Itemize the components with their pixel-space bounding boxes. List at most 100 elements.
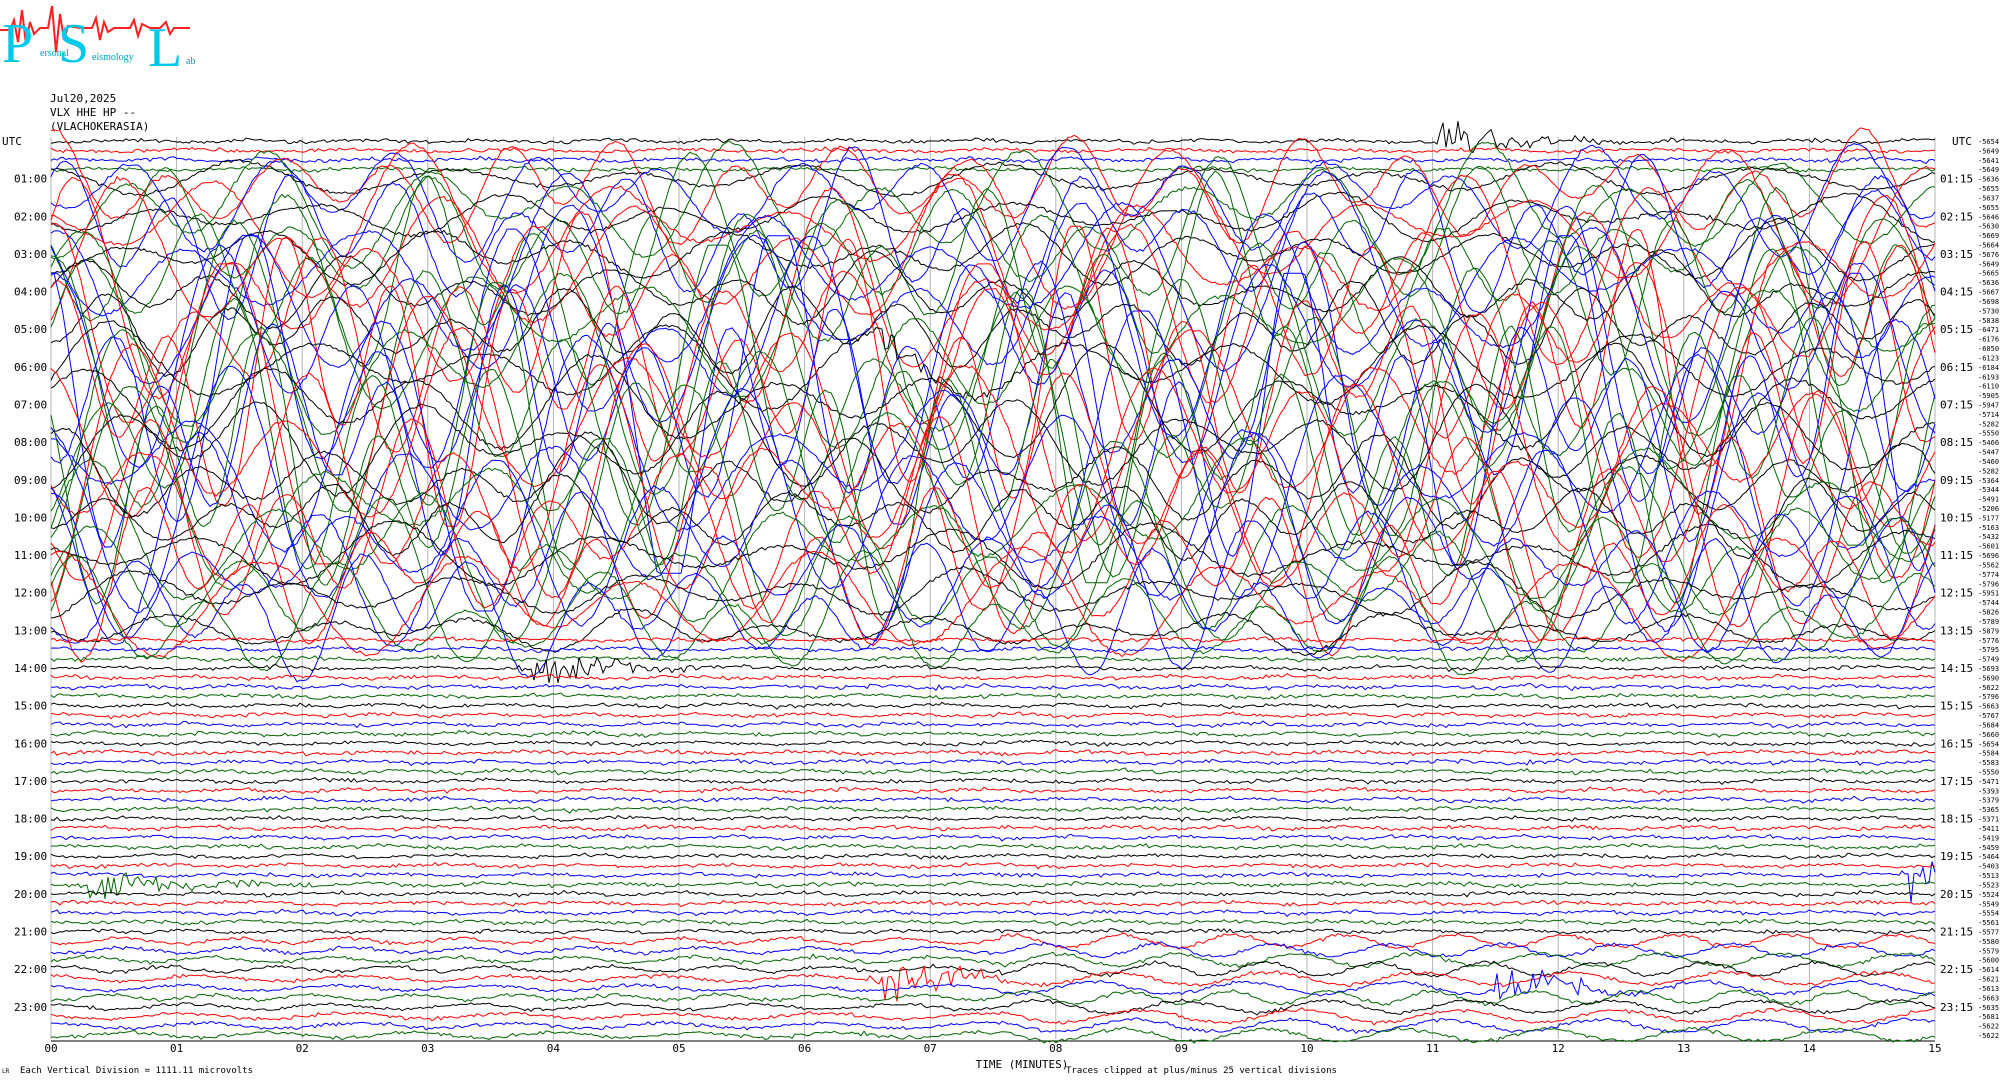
x-tick-label: 11 [1426,1042,1439,1055]
row-offset-label: -5550 [1978,430,1999,438]
row-offset-label: -5654 [1978,138,1999,146]
x-tick-label: 04 [547,1042,561,1055]
x-tick-label: 06 [798,1042,811,1055]
row-offset-label: -5464 [1978,853,1999,861]
row-offset-label: -5649 [1978,260,1999,268]
row-offset-label: -5636 [1978,279,1999,287]
left-hour-label: 23:00 [14,1001,47,1014]
left-hour-label: 11:00 [14,549,47,562]
row-offset-label: -5767 [1978,712,1999,720]
seismic-trace [50,899,1936,908]
x-tick-label: 02 [296,1042,309,1055]
row-offset-label: -5838 [1978,317,1999,325]
seismic-trace [50,739,1936,748]
helicorder-plot: UTC UTC 01:00 02:00 03:00 04:00 05:00 06:00 07:0… [2,121,1999,1071]
row-offset-label: -6471 [1978,326,1999,334]
row-offset-label: -5206 [1978,505,1999,513]
right-hour-label: 22:15 [1940,963,1973,976]
seismic-trace [50,843,1936,851]
row-offset-label: -5550 [1978,769,1999,777]
right-hour-label: 03:15 [1940,248,1973,261]
right-hour-label: 17:15 [1940,775,1973,788]
right-hour-label: 04:15 [1940,286,1973,299]
row-offset-label: -5879 [1978,627,1999,635]
seismic-trace [50,927,1936,936]
right-hour-label: 09:15 [1940,474,1973,487]
row-offset-label: -5667 [1978,289,1999,297]
row-offset-label: -5649 [1978,147,1999,155]
seismic-trace [50,767,1936,776]
left-hour-label: 21:00 [14,925,47,938]
row-offset-label: -6110 [1978,383,1999,391]
left-hour-label: 03:00 [14,248,47,261]
right-hour-label: 12:15 [1940,587,1973,600]
row-offset-label: -5614 [1978,966,1999,974]
row-offset-label: -5622 [1978,1023,1999,1031]
right-hour-label: 07:15 [1940,398,1973,411]
row-offset-label: -5655 [1978,185,1999,193]
row-offset-label: -5411 [1978,825,1999,833]
row-offset-label: -5636 [1978,176,1999,184]
x-tick-label: 07 [924,1042,937,1055]
right-hour-label: 02:15 [1940,210,1973,223]
row-offset-label: -5654 [1978,740,1999,748]
row-offset-label: -5459 [1978,844,1999,852]
row-offset-label: -5379 [1978,797,1999,805]
right-hour-label: 13:15 [1940,624,1973,637]
x-tick-label: 14 [1803,1042,1817,1055]
right-hour-label: 11:15 [1940,549,1973,562]
row-offset-label: -5580 [1978,938,1999,946]
row-offset-label: -5613 [1978,985,1999,993]
left-hour-label: 05:00 [14,323,47,336]
row-offset-label: -5432 [1978,533,1999,541]
row-offset-label: -5826 [1978,609,1999,617]
x-tick-label: 03 [421,1042,434,1055]
x-tick-label: 13 [1677,1042,1690,1055]
right-hour-label: 16:15 [1940,737,1973,750]
row-offset-label: -5622 [1978,684,1999,692]
seismic-trace [50,1017,1936,1035]
left-hour-label: 18:00 [14,813,47,826]
row-offset-label: -5419 [1978,834,1999,842]
row-offset-label: -5693 [1978,665,1999,673]
left-hour-label: 08:00 [14,436,47,449]
left-hour-label: 13:00 [14,624,47,637]
seismic-trace [50,729,1936,738]
scale-note: Each Vertical Division = 1111.11 microvo… [20,1066,253,1076]
right-hour-label: 20:15 [1940,888,1973,901]
seismic-trace [50,325,1936,621]
row-offset-label: -6050 [1978,345,1999,353]
row-offset-label: -6123 [1978,354,1999,362]
right-hour-label: 05:15 [1940,323,1973,336]
seismic-trace [50,151,1936,322]
seismic-trace [50,918,1936,927]
x-tick-label: 12 [1552,1042,1565,1055]
seismic-trace [50,786,1936,795]
seismic-trace [50,795,1936,804]
seismic-trace [50,833,1936,842]
row-offset-label: -5681 [1978,1013,1999,1021]
row-offset-label: -5344 [1978,486,1999,494]
seismic-trace [50,127,1936,246]
right-hour-label: 14:15 [1940,662,1973,675]
x-tick-label: 05 [672,1042,685,1055]
seismic-trace [50,720,1936,729]
row-offset-label: -6193 [1978,373,1999,381]
row-offset-label: -5471 [1978,778,1999,786]
seismic-trace [50,645,1936,654]
seismic-trace [50,965,1936,1002]
left-hour-label: 09:00 [14,474,47,487]
row-offset-label: -5637 [1978,194,1999,202]
seismic-trace [50,852,1936,860]
left-utc-title: UTC [2,135,22,148]
seismic-trace [51,272,1936,574]
seismic-trace [51,682,1936,692]
x-tick-label: 10 [1300,1042,1313,1055]
seismic-trace [50,146,1936,154]
row-offset-label: -5282 [1978,420,1999,428]
row-offset-label: -5649 [1978,166,1999,174]
right-hour-label: 01:15 [1940,173,1973,186]
seismic-trace [50,951,1936,969]
row-offset-label: -5403 [1978,863,1999,871]
row-offset-label: -5663 [1978,994,1999,1002]
